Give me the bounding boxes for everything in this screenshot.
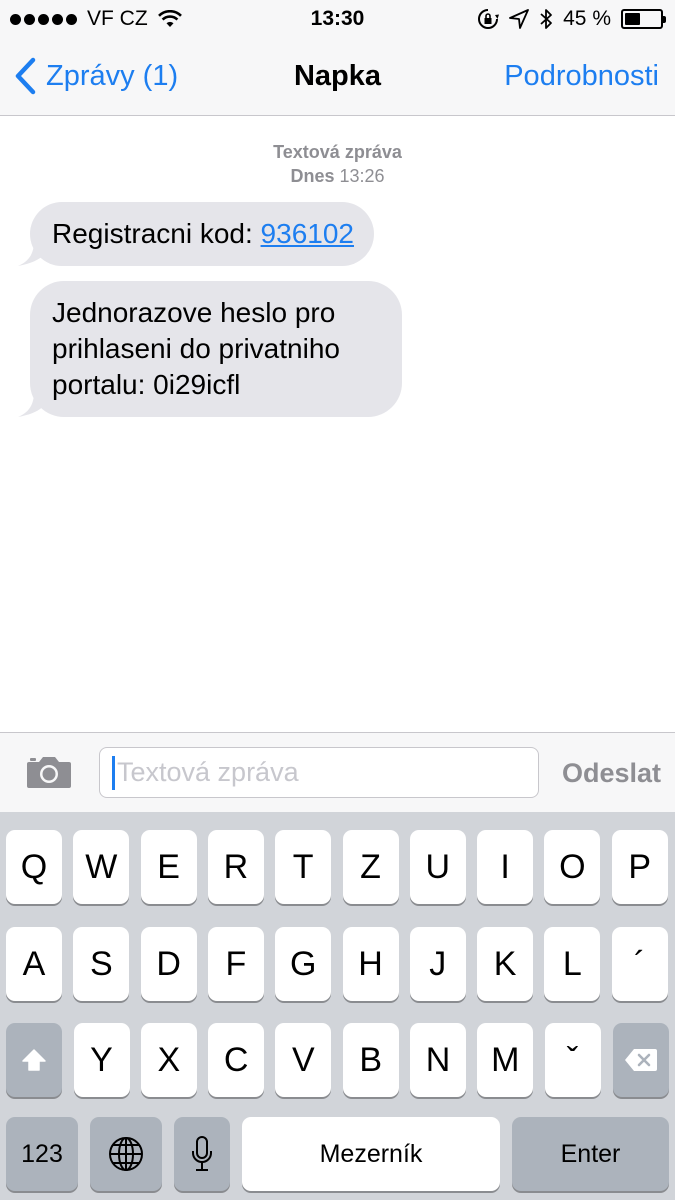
key-row2-1[interactable]: S xyxy=(73,927,130,1001)
key-row1-2[interactable]: E xyxy=(140,830,197,904)
key-row1-7[interactable]: I xyxy=(477,830,534,904)
key-row1-9[interactable]: P xyxy=(611,830,668,904)
delete-key[interactable] xyxy=(613,1023,669,1097)
chevron-left-icon xyxy=(15,57,36,95)
key-row3-6[interactable]: M xyxy=(477,1023,534,1097)
registration-code-link[interactable]: 936102 xyxy=(261,218,354,249)
space-key[interactable]: Mezerník xyxy=(242,1117,500,1191)
message-day: Dnes xyxy=(290,166,335,186)
key-row3-1[interactable]: X xyxy=(140,1023,197,1097)
keyboard: 123 Mezerník Enter Q W E R T Z U I O P A S D F G H J K L ´ Y… xyxy=(0,812,675,1200)
key-row2-3[interactable]: F xyxy=(207,927,264,1001)
key-row2-7[interactable]: K xyxy=(477,927,534,1001)
battery-percent: 45 % xyxy=(563,7,611,30)
orientation-lock-icon xyxy=(478,9,500,29)
key-row1-8[interactable]: O xyxy=(544,830,601,904)
back-button[interactable]: Zprávy (1) xyxy=(14,38,178,114)
message-2-line-2: prihlaseni do privatniho xyxy=(52,333,340,364)
camera-icon xyxy=(27,757,71,788)
send-button[interactable]: Odeslat xyxy=(562,733,661,813)
key-row2-4[interactable]: G xyxy=(275,927,332,1001)
key-row1-1[interactable]: W xyxy=(73,830,130,904)
key-row3-7[interactable]: ˇ xyxy=(544,1023,601,1097)
dictation-key[interactable] xyxy=(174,1117,230,1191)
battery-fill xyxy=(625,13,641,25)
microphone-icon xyxy=(192,1136,212,1171)
message-date-line: Dnes 13:26 xyxy=(0,164,675,188)
key-row3-4[interactable]: B xyxy=(342,1023,399,1097)
key-row1-0[interactable]: Q xyxy=(6,830,62,904)
globe-icon xyxy=(109,1137,143,1171)
message-1-text: Registracni kod: xyxy=(52,218,261,249)
key-row2-2[interactable]: D xyxy=(140,927,197,1001)
key-row2-6[interactable]: J xyxy=(409,927,466,1001)
details-button[interactable]: Podrobnosti xyxy=(504,38,659,114)
key-row2-5[interactable]: H xyxy=(342,927,399,1001)
message-2-line-3: portalu: 0i29icfl xyxy=(52,369,241,400)
shift-key[interactable] xyxy=(6,1023,62,1097)
key-row1-3[interactable]: R xyxy=(207,830,264,904)
camera-button[interactable] xyxy=(26,755,72,794)
key-row1-5[interactable]: Z xyxy=(342,830,399,904)
back-button-label: Zprávy (1) xyxy=(46,59,179,92)
status-right: 45 % xyxy=(477,6,666,32)
message-input-placeholder: Textová zpráva xyxy=(117,757,299,787)
compose-bar: Textová zpráva Odeslat xyxy=(0,732,675,812)
location-arrow-icon xyxy=(509,9,530,29)
message-input[interactable]: Textová zpráva xyxy=(99,747,539,798)
backspace-icon xyxy=(625,1049,657,1071)
status-bar: VF CZ 13:30 45 % xyxy=(0,0,675,38)
battery-icon xyxy=(621,9,666,29)
shift-arrow-icon xyxy=(22,1049,46,1071)
message-bubble-1[interactable]: Registracni kod: 936102 xyxy=(18,202,374,266)
bluetooth-icon xyxy=(540,9,553,29)
key-row1-6[interactable]: U xyxy=(409,830,466,904)
bubble-tail xyxy=(18,240,52,266)
key-row3-0[interactable]: Y xyxy=(73,1023,130,1097)
numbers-key[interactable]: 123 xyxy=(6,1117,78,1191)
enter-key[interactable]: Enter xyxy=(512,1117,669,1191)
key-row3-2[interactable]: C xyxy=(208,1023,265,1097)
key-row2-0[interactable]: A xyxy=(6,927,62,1001)
key-row3-3[interactable]: V xyxy=(275,1023,332,1097)
key-row2-8[interactable]: L xyxy=(544,927,601,1001)
key-row1-4[interactable]: T xyxy=(275,830,332,904)
bubble-tail xyxy=(18,391,52,417)
message-timestamp: Textová zpráva Dnes 13:26 xyxy=(0,140,675,188)
globe-key[interactable] xyxy=(90,1117,162,1191)
message-bubble-2[interactable]: Jednorazove heslo pro prihlaseni do priv… xyxy=(18,281,402,417)
message-time: 13:26 xyxy=(339,166,385,186)
text-caret xyxy=(112,755,115,790)
message-2-line-1: Jednorazove heslo pro xyxy=(52,297,336,328)
key-row3-5[interactable]: N xyxy=(410,1023,466,1097)
message-type-label: Textová zpráva xyxy=(273,142,402,162)
navigation-bar: Zprávy (1) Napka Podrobnosti xyxy=(0,38,675,116)
key-row2-9[interactable]: ´ xyxy=(611,927,668,1001)
